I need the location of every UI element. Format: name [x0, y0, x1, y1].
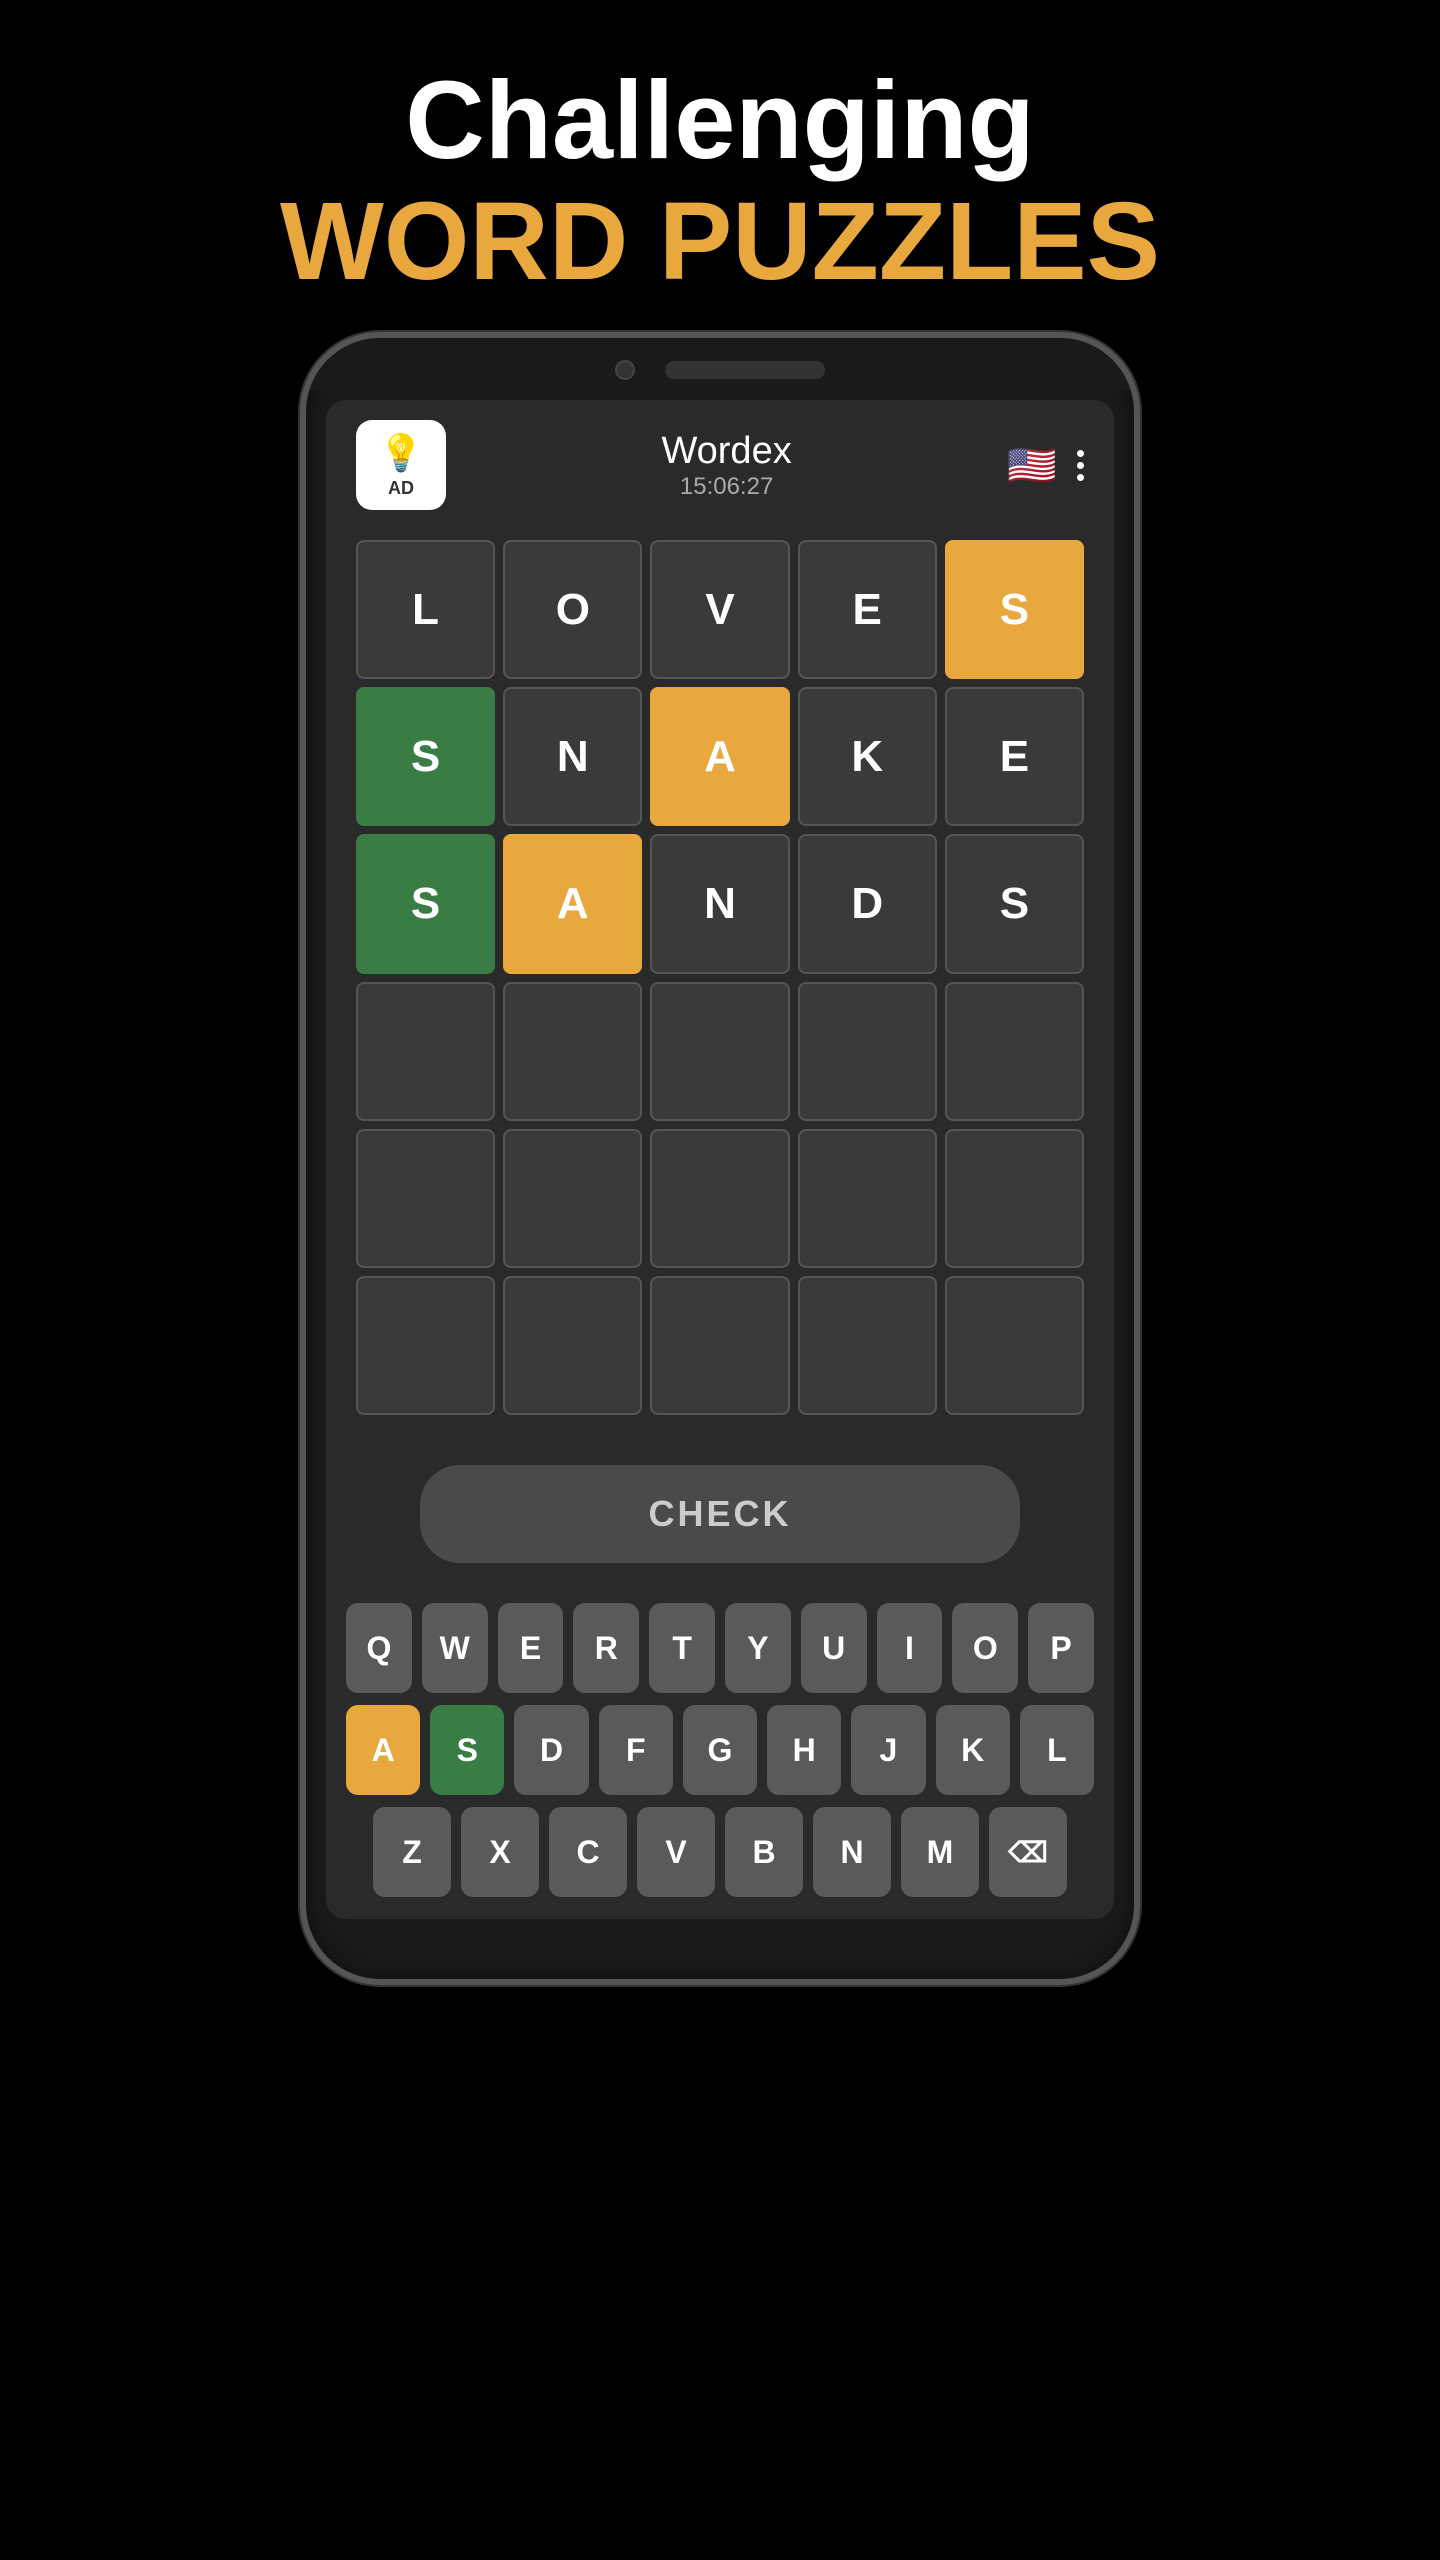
promo-line2: WORD PUZZLES: [280, 181, 1160, 302]
app-timer: 15:06:27: [661, 473, 791, 501]
key-H[interactable]: H: [767, 1705, 841, 1795]
lightbulb-icon: 💡: [379, 432, 424, 474]
phone-frame: 💡 AD Wordex 15:06:27 🇺🇸 LOVESSNAKESANDS …: [300, 332, 1140, 1985]
cell-0-1: O: [503, 540, 642, 679]
cell-2-1: A: [503, 834, 642, 973]
cell-1-2: A: [650, 687, 789, 826]
dot2: [1077, 462, 1084, 469]
grid-row-4: [356, 1129, 1084, 1268]
dot3: [1077, 474, 1084, 481]
cell-3-2: [650, 982, 789, 1121]
key-P[interactable]: P: [1028, 1603, 1094, 1693]
cell-2-0: S: [356, 834, 495, 973]
key-F[interactable]: F: [599, 1705, 673, 1795]
key-O[interactable]: O: [952, 1603, 1018, 1693]
cell-4-3: [798, 1129, 937, 1268]
cell-1-1: N: [503, 687, 642, 826]
promo-line1: Challenging: [280, 60, 1160, 181]
cell-4-2: [650, 1129, 789, 1268]
key-Y[interactable]: Y: [725, 1603, 791, 1693]
grid-row-3: [356, 982, 1084, 1121]
key-I[interactable]: I: [877, 1603, 943, 1693]
cell-4-0: [356, 1129, 495, 1268]
menu-button[interactable]: [1077, 450, 1084, 481]
cell-5-1: [503, 1276, 642, 1415]
cell-3-3: [798, 982, 937, 1121]
game-grid: LOVESSNAKESANDS: [326, 530, 1114, 1435]
check-section: CHECK: [326, 1435, 1114, 1583]
cell-3-4: [945, 982, 1084, 1121]
key-Z[interactable]: Z: [373, 1807, 451, 1897]
cell-0-3: E: [798, 540, 937, 679]
key-R[interactable]: R: [573, 1603, 639, 1693]
keyboard-section: QWERTYUIOP ASDFGHJKL ZXCVBNM⌫: [326, 1583, 1114, 1919]
keyboard-row-3: ZXCVBNM⌫: [346, 1807, 1094, 1897]
dot1: [1077, 450, 1084, 457]
key-M[interactable]: M: [901, 1807, 979, 1897]
cell-5-0: [356, 1276, 495, 1415]
key-S[interactable]: S: [430, 1705, 504, 1795]
cell-0-2: V: [650, 540, 789, 679]
key-D[interactable]: D: [514, 1705, 588, 1795]
key-E[interactable]: E: [498, 1603, 564, 1693]
ad-button[interactable]: 💡 AD: [356, 420, 446, 510]
app-content: 💡 AD Wordex 15:06:27 🇺🇸 LOVESSNAKESANDS …: [326, 400, 1114, 1919]
app-header: 💡 AD Wordex 15:06:27 🇺🇸: [326, 400, 1114, 530]
key-Q[interactable]: Q: [346, 1603, 412, 1693]
phone-speaker: [665, 361, 825, 379]
key-W[interactable]: W: [422, 1603, 488, 1693]
grid-row-1: SNAKE: [356, 687, 1084, 826]
key-N[interactable]: N: [813, 1807, 891, 1897]
key-V[interactable]: V: [637, 1807, 715, 1897]
cell-2-2: N: [650, 834, 789, 973]
app-header-right: 🇺🇸: [1007, 442, 1084, 489]
cell-2-3: D: [798, 834, 937, 973]
keyboard-row-1: QWERTYUIOP: [346, 1603, 1094, 1693]
key-⌫[interactable]: ⌫: [989, 1807, 1067, 1897]
front-camera: [615, 360, 635, 380]
keyboard-row-2: ASDFGHJKL: [346, 1705, 1094, 1795]
cell-4-4: [945, 1129, 1084, 1268]
grid-row-0: LOVES: [356, 540, 1084, 679]
key-A[interactable]: A: [346, 1705, 420, 1795]
cell-5-4: [945, 1276, 1084, 1415]
cell-3-0: [356, 982, 495, 1121]
key-G[interactable]: G: [683, 1705, 757, 1795]
ad-label: AD: [388, 478, 414, 499]
key-X[interactable]: X: [461, 1807, 539, 1897]
key-T[interactable]: T: [649, 1603, 715, 1693]
key-B[interactable]: B: [725, 1807, 803, 1897]
key-C[interactable]: C: [549, 1807, 627, 1897]
app-promo-header: Challenging WORD PUZZLES: [260, 0, 1180, 332]
cell-5-2: [650, 1276, 789, 1415]
cell-3-1: [503, 982, 642, 1121]
key-U[interactable]: U: [801, 1603, 867, 1693]
cell-1-0: S: [356, 687, 495, 826]
key-L[interactable]: L: [1020, 1705, 1094, 1795]
cell-0-4: S: [945, 540, 1084, 679]
cell-4-1: [503, 1129, 642, 1268]
app-title-section: Wordex 15:06:27: [661, 430, 791, 501]
check-button[interactable]: CHECK: [420, 1465, 1020, 1563]
cell-2-4: S: [945, 834, 1084, 973]
cell-0-0: L: [356, 540, 495, 679]
grid-row-5: [356, 1276, 1084, 1415]
key-K[interactable]: K: [936, 1705, 1010, 1795]
grid-row-2: SANDS: [356, 834, 1084, 973]
phone-top-bar: [306, 338, 1134, 390]
cell-1-3: K: [798, 687, 937, 826]
flag-icon: 🇺🇸: [1007, 442, 1057, 489]
key-J[interactable]: J: [851, 1705, 925, 1795]
cell-1-4: E: [945, 687, 1084, 826]
cell-5-3: [798, 1276, 937, 1415]
app-title: Wordex: [661, 430, 791, 473]
